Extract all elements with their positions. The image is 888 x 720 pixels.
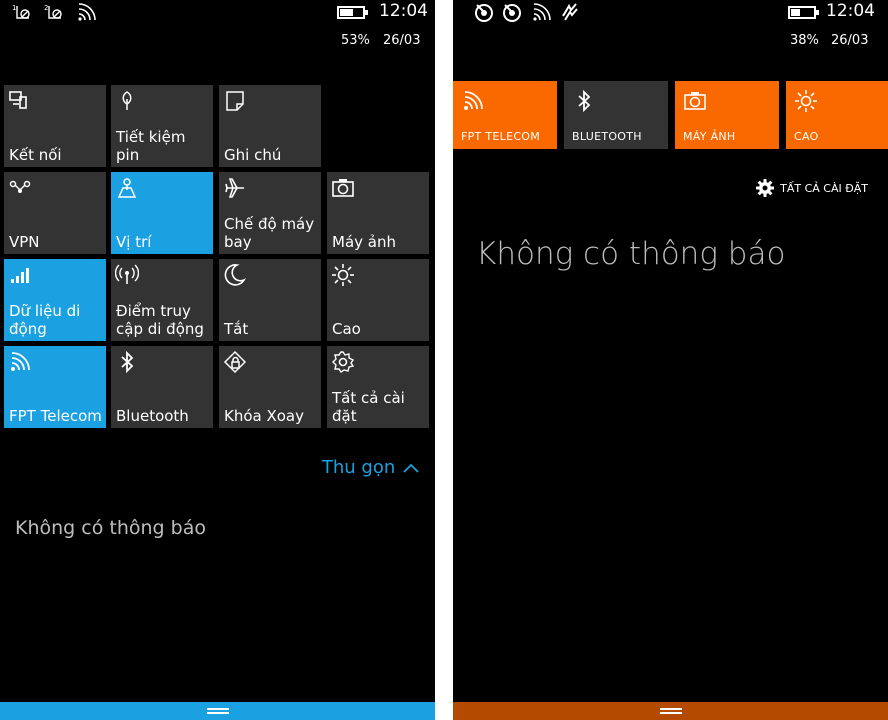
svg-text:1: 1 xyxy=(12,4,16,12)
quick-tile-wifi[interactable]: FPT TELECOM xyxy=(453,81,557,149)
nav-bar-handle[interactable] xyxy=(0,702,435,720)
tile-cellular-data[interactable]: Dữ liệu di động xyxy=(4,259,106,341)
camera-icon xyxy=(684,92,706,110)
tile-label: Vị trí xyxy=(116,233,152,251)
quick-tile-label: MÁY ẢNH xyxy=(683,130,736,143)
tile-brightness[interactable]: Cao xyxy=(327,259,429,341)
wifi-icon xyxy=(464,91,483,110)
tile-label: VPN xyxy=(9,233,40,251)
sim2-icon xyxy=(503,4,521,22)
tile-camera[interactable]: Máy ảnh xyxy=(327,172,429,254)
tile-bluetooth[interactable]: Bluetooth xyxy=(111,346,213,428)
chevron-up-icon xyxy=(403,463,419,473)
tile-label: Tiết kiệm pin xyxy=(116,128,186,164)
bluetooth-icon xyxy=(121,350,134,374)
location-icon xyxy=(117,178,137,198)
sim2-signal-icon: 2 xyxy=(44,4,62,19)
tile-connect[interactable]: Kết nối xyxy=(4,85,106,167)
tile-label: Dữ liệu di động xyxy=(9,302,81,338)
tile-vpn[interactable]: VPN xyxy=(4,172,106,254)
gear-icon xyxy=(756,179,775,197)
tile-rotation-lock[interactable]: Khóa Xoay xyxy=(219,346,321,428)
wifi-icon xyxy=(78,3,96,21)
all-settings-label: TẤT CẢ CÀI ĐẶT xyxy=(780,181,868,195)
rotation-lock-icon xyxy=(223,350,247,374)
battery-icon xyxy=(788,6,819,19)
no-notifications-text: Không có thông báo xyxy=(15,517,206,539)
tile-airplane[interactable]: Chế độ máy bay xyxy=(219,172,321,254)
tile-label: Tất cả cài đặt xyxy=(332,389,405,425)
tile-settings[interactable]: Tất cả cài đặt xyxy=(327,346,429,428)
action-center-expanded: 1 2 12:04 53% 26/03 Kết nối Tiết kiệm pin… xyxy=(0,0,435,720)
battery-saver-icon xyxy=(122,91,132,110)
tile-label: FPT Telecom xyxy=(9,407,102,425)
wifi-icon xyxy=(533,3,551,21)
handle-icon xyxy=(659,708,682,714)
action-center-collapsed: 12:04 38% 26/03 FPT TELECOM BLUETOOTH MÁY … xyxy=(453,0,888,720)
battery-percent: 38% xyxy=(790,33,819,48)
tile-label: Chế độ máy bay xyxy=(224,215,315,251)
sim1-signal-icon: 1 xyxy=(12,4,30,19)
quiet-hours-icon xyxy=(224,264,247,286)
tile-quiet-hours[interactable]: Tắt xyxy=(219,259,321,341)
no-notifications-text: Không có thông báo xyxy=(476,236,786,272)
note-icon xyxy=(226,91,244,111)
tile-location[interactable]: Vị trí xyxy=(111,172,213,254)
date: 26/03 xyxy=(383,33,421,48)
quick-tile-camera[interactable]: MÁY ẢNH xyxy=(675,81,779,149)
connect-icon xyxy=(9,91,27,109)
clock: 12:04 xyxy=(379,1,428,21)
cellular-data-icon xyxy=(11,268,29,283)
wifi-icon xyxy=(11,352,30,371)
quick-tile-label: BLUETOOTH xyxy=(572,130,642,143)
tile-label: Tắt xyxy=(224,320,249,338)
tile-battery-saver[interactable]: Tiết kiệm pin xyxy=(111,85,213,167)
all-settings-link[interactable]: TẤT CẢ CÀI ĐẶT xyxy=(756,179,868,197)
tile-wifi[interactable]: FPT Telecom xyxy=(4,346,106,428)
tile-label: Cao xyxy=(332,320,361,338)
vpn-icon xyxy=(9,180,31,193)
brightness-icon xyxy=(795,90,817,112)
tile-hotspot[interactable]: Điểm truy cập di động xyxy=(111,259,213,341)
handle-icon xyxy=(206,708,229,714)
quick-tile-label: FPT TELECOM xyxy=(461,130,541,143)
quick-tile-brightness[interactable]: CAO xyxy=(786,81,888,149)
quick-tile-label: CAO xyxy=(794,130,819,143)
bluetooth-icon xyxy=(578,89,591,113)
tile-label: Ghi chú xyxy=(224,146,282,164)
airplane-icon xyxy=(225,178,244,198)
quick-tile-bluetooth[interactable]: BLUETOOTH xyxy=(564,81,668,149)
clock: 12:04 xyxy=(826,1,875,21)
status-bar: 1 2 12:04 53% 26/03 xyxy=(0,0,435,56)
tile-label: Khóa Xoay xyxy=(224,407,305,425)
tile-note[interactable]: Ghi chú xyxy=(219,85,321,167)
brightness-icon xyxy=(332,264,354,286)
battery-icon xyxy=(337,6,368,19)
hotspot-icon xyxy=(115,264,139,284)
collapse-label: Thu gọn xyxy=(321,457,396,478)
battery-percent: 53% xyxy=(341,33,370,48)
sim1-icon xyxy=(475,4,493,22)
collapse-button[interactable]: Thu gọn xyxy=(322,457,419,478)
nav-bar-handle[interactable] xyxy=(453,702,888,720)
tile-label: Máy ảnh xyxy=(332,233,396,251)
date: 26/03 xyxy=(831,33,869,48)
data-sync-icon xyxy=(562,3,578,21)
tile-label: Bluetooth xyxy=(116,407,189,425)
settings-icon xyxy=(332,351,355,373)
tile-label: Kết nối xyxy=(9,146,62,164)
tile-label: Điểm truy cập di động xyxy=(116,302,204,338)
svg-text:2: 2 xyxy=(44,4,48,12)
camera-icon xyxy=(332,179,354,197)
status-bar: 12:04 38% 26/03 xyxy=(453,0,888,56)
